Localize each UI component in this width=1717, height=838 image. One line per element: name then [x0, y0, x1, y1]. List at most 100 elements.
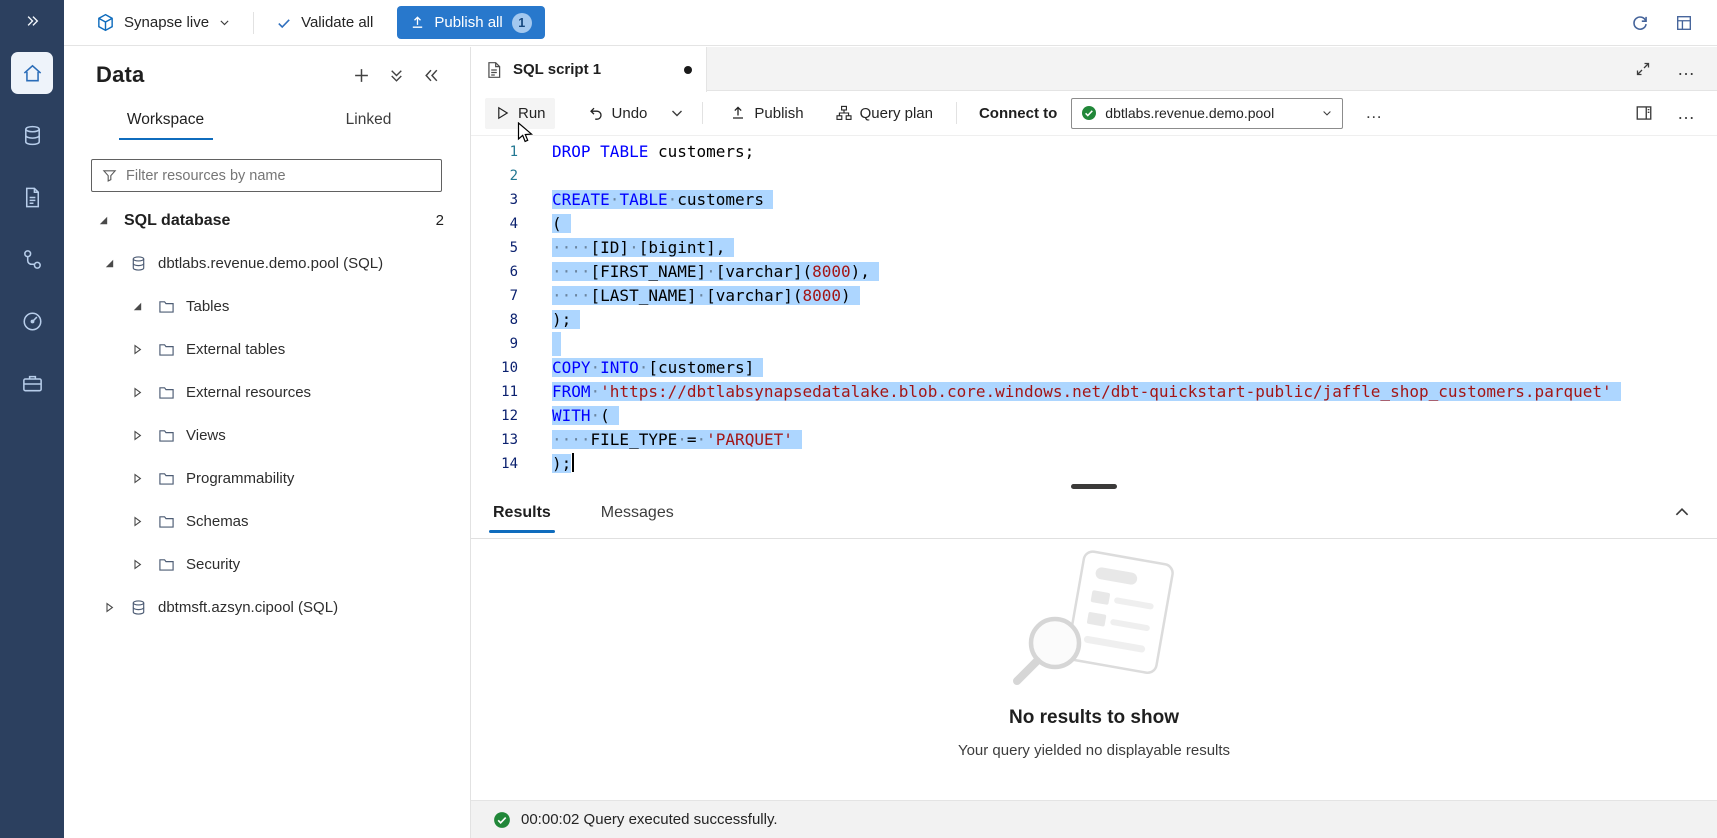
tree-item-programmability[interactable]: Programmability	[64, 457, 470, 500]
code-line-14[interactable]: 14);	[471, 452, 1717, 476]
pool-selector-dropdown[interactable]: dbtlabs.revenue.demo.pool	[1071, 98, 1343, 129]
table-view-icon[interactable]	[1675, 14, 1693, 32]
undo-button[interactable]: Undo	[579, 98, 657, 129]
tab-more-options-icon[interactable]: …	[1677, 64, 1695, 74]
empty-results-illustration	[999, 547, 1189, 695]
code-line-12[interactable]: 12WITH·(	[471, 404, 1717, 428]
publish-all-label: Publish all	[434, 14, 502, 31]
sidebar-item-develop[interactable]	[0, 166, 64, 228]
collapse-results-icon[interactable]	[1673, 503, 1691, 521]
results-panel-header: Results Messages	[471, 488, 1717, 539]
caret-collapsed-icon[interactable]	[132, 430, 158, 441]
synapse-studio-window: { "topbar": { "workspace_mode": "Synapse…	[0, 0, 1717, 838]
sidebar-item-manage[interactable]	[0, 352, 64, 414]
line-number: 8	[471, 308, 518, 332]
properties-panel-icon[interactable]	[1635, 104, 1653, 122]
publish-all-button[interactable]: Publish all 1	[397, 6, 544, 39]
double-chevron-right-icon	[24, 14, 41, 28]
code-line-2[interactable]: 2	[471, 164, 1717, 188]
resource-tree: SQL database2dbtlabs.revenue.demo.pool (…	[64, 199, 470, 629]
collapse-panel-icon[interactable]	[423, 67, 440, 84]
expand-editor-icon[interactable]	[1635, 61, 1651, 77]
tree-item-label: Views	[186, 427, 226, 444]
tree-item-sql-database[interactable]: SQL database2	[64, 199, 470, 242]
tab-workspace[interactable]: Workspace	[64, 105, 267, 140]
code-editor[interactable]: 1DROP TABLE customers;23CREATE·TABLE·cus…	[471, 136, 1717, 487]
connect-to-label: Connect to	[979, 105, 1057, 122]
tree-item-views[interactable]: Views	[64, 414, 470, 457]
query-plan-button[interactable]: Query plan	[827, 98, 942, 129]
tree-item-external-tables[interactable]: External tables	[64, 328, 470, 371]
tree-item-schemas[interactable]: Schemas	[64, 500, 470, 543]
sql-script-icon	[485, 61, 503, 79]
integrate-icon	[11, 238, 53, 280]
tab-sql-script-1[interactable]: SQL script 1	[471, 47, 707, 92]
branch-selector[interactable]: Synapse live	[96, 13, 231, 32]
caret-collapsed-icon[interactable]	[132, 473, 158, 484]
publish-button[interactable]: Publish	[721, 98, 812, 129]
tree-item-dbtmsft-azsyn-cipool-sql[interactable]: dbtmsft.azsyn.cipool (SQL)	[64, 586, 470, 629]
validate-all-button[interactable]: Validate all	[276, 14, 373, 31]
refresh-icon[interactable]	[1631, 14, 1649, 32]
caret-expanded-icon[interactable]	[98, 215, 124, 226]
filter-resources-input[interactable]	[126, 168, 431, 184]
main-work-area: SQL script 1 … Run Undo	[471, 47, 1717, 838]
tree-item-tables[interactable]: Tables	[64, 285, 470, 328]
selection-highlight: ····[LAST_NAME]·[varchar](8000)	[552, 286, 860, 305]
code-line-5[interactable]: 5····[ID]·[bigint],	[471, 236, 1717, 260]
sidebar-item-monitor[interactable]	[0, 290, 64, 352]
tree-item-label: dbtmsft.azsyn.cipool (SQL)	[158, 599, 338, 616]
caret-collapsed-icon[interactable]	[132, 344, 158, 355]
sidebar-item-data[interactable]	[0, 104, 64, 166]
text-cursor	[572, 453, 574, 472]
run-options-dropdown[interactable]	[664, 98, 690, 128]
sidebar-item-integrate[interactable]	[0, 228, 64, 290]
tree-item-label: Programmability	[186, 470, 294, 487]
results-splitter-handle[interactable]	[1071, 484, 1117, 489]
code-line-3[interactable]: 3CREATE·TABLE·customers	[471, 188, 1717, 212]
code-line-13[interactable]: 13····FILE_TYPE·=·'PARQUET'	[471, 428, 1717, 452]
data-explorer-panel: Data Workspace Linked SQL database2dbtla…	[64, 47, 471, 838]
code-line-1[interactable]: 1DROP TABLE customers;	[471, 140, 1717, 164]
tab-linked[interactable]: Linked	[267, 105, 470, 140]
develop-icon	[11, 176, 53, 218]
toolbar-divider	[253, 12, 254, 34]
caret-collapsed-icon[interactable]	[132, 387, 158, 398]
tree-item-external-resources[interactable]: External resources	[64, 371, 470, 414]
code-line-10[interactable]: 10COPY·INTO·[customers]	[471, 356, 1717, 380]
collapse-all-icon[interactable]	[388, 67, 405, 84]
line-number: 12	[471, 404, 518, 428]
upload-icon	[410, 15, 425, 30]
tab-results[interactable]: Results	[489, 488, 555, 538]
caret-collapsed-icon[interactable]	[132, 516, 158, 527]
caret-expanded-icon[interactable]	[132, 301, 158, 312]
toolbar-more-options-icon[interactable]: …	[1357, 99, 1391, 127]
line-number: 10	[471, 356, 518, 380]
caret-collapsed-icon[interactable]	[132, 559, 158, 570]
editor-more-options-icon[interactable]: …	[1677, 108, 1695, 118]
caret-collapsed-icon[interactable]	[104, 602, 130, 613]
selected-pool-label: dbtlabs.revenue.demo.pool	[1105, 105, 1313, 121]
validate-all-label: Validate all	[301, 14, 373, 31]
left-nav-rail	[0, 0, 64, 838]
tree-item-label: External tables	[186, 341, 285, 358]
caret-expanded-icon[interactable]	[104, 258, 130, 269]
tab-results-label: Results	[493, 504, 551, 522]
add-resource-icon[interactable]	[353, 67, 370, 84]
code-line-9[interactable]: 9	[471, 332, 1717, 356]
tab-messages[interactable]: Messages	[597, 488, 678, 538]
code-line-4[interactable]: 4(	[471, 212, 1717, 236]
tree-item-label: Security	[186, 556, 240, 573]
monitor-icon	[11, 300, 53, 342]
code-line-6[interactable]: 6····[FIRST_NAME]·[varchar](8000),	[471, 260, 1717, 284]
run-button[interactable]: Run	[485, 98, 555, 129]
code-line-8[interactable]: 8);	[471, 308, 1717, 332]
code-line-11[interactable]: 11FROM·'https://dbtlabsynapsedatalake.bl…	[471, 380, 1717, 404]
expand-sidebar-button[interactable]	[0, 6, 64, 36]
tree-item-security[interactable]: Security	[64, 543, 470, 586]
sidebar-item-home[interactable]	[0, 42, 64, 104]
tree-item-dbtlabs-revenue-demo-pool-sql[interactable]: dbtlabs.revenue.demo.pool (SQL)	[64, 242, 470, 285]
line-number: 11	[471, 380, 518, 404]
run-label: Run	[518, 105, 546, 122]
code-line-7[interactable]: 7····[LAST_NAME]·[varchar](8000)	[471, 284, 1717, 308]
